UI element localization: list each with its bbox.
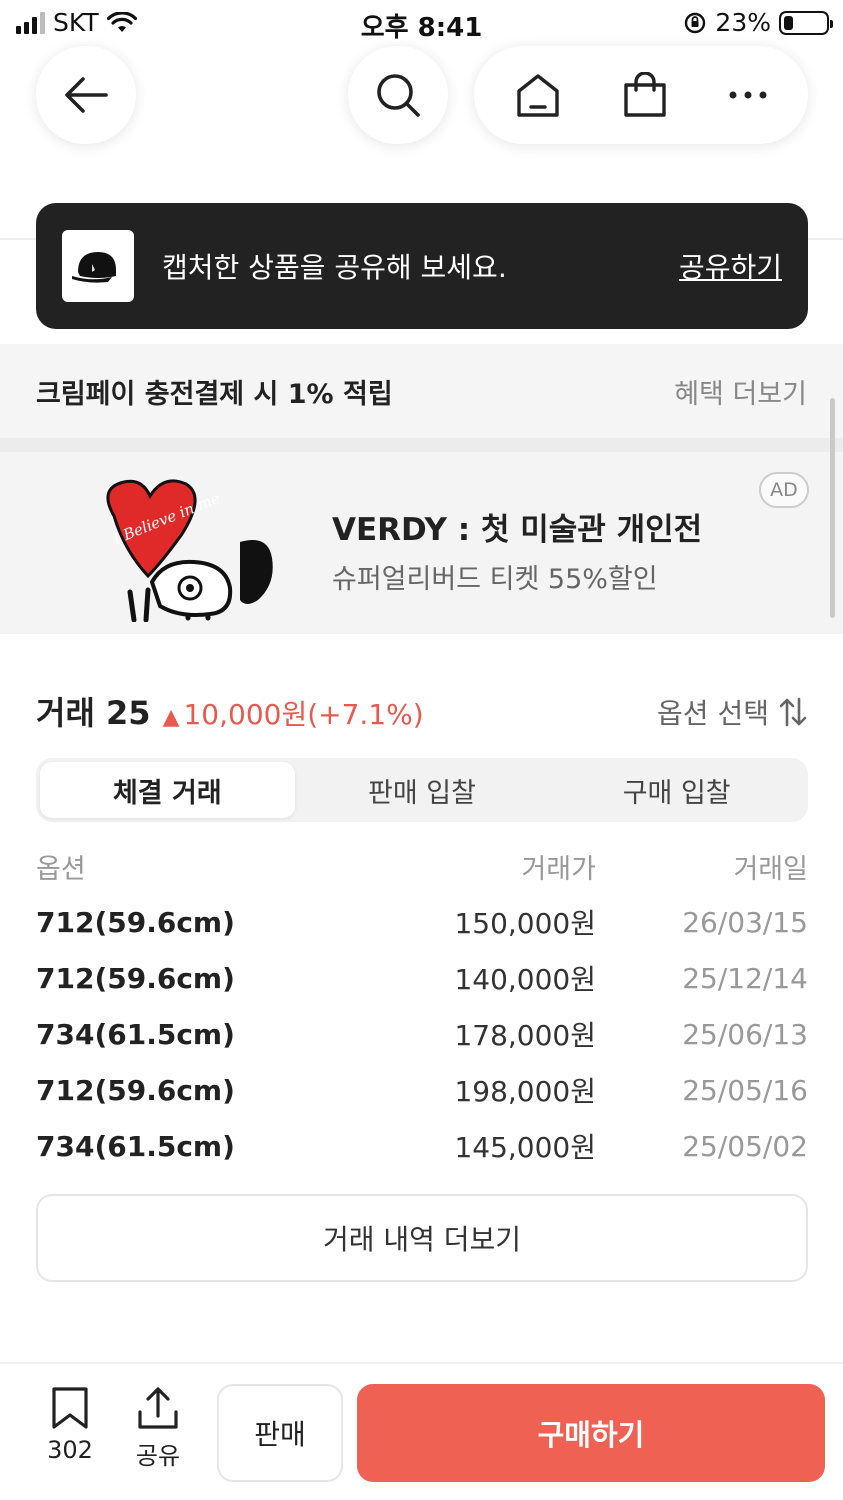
- tab-executed-trades[interactable]: 체결 거래: [40, 762, 295, 818]
- column-price: 거래가: [521, 853, 596, 885]
- sell-button[interactable]: 판매: [217, 1384, 343, 1482]
- battery-fill: [784, 15, 793, 30]
- share-link[interactable]: 공유하기: [679, 246, 782, 286]
- bookmark-button[interactable]: 302: [42, 1386, 98, 1464]
- row-option: 734(61.5cm): [36, 1129, 235, 1163]
- status-bar: SKT 오후 8:41 23%: [0, 0, 843, 46]
- table-row: 712(59.6cm) 140,000원 25/12/14: [36, 950, 808, 1006]
- product-thumbnail: [62, 230, 134, 302]
- rotation-lock-icon: [685, 12, 706, 33]
- row-date: 25/05/16: [682, 1073, 808, 1107]
- benefit-bar[interactable]: 크림페이 충전결제 시 1% 적립 혜택 더보기: [0, 344, 843, 438]
- battery-icon: [779, 10, 833, 35]
- battery-percent: 23%: [715, 8, 771, 37]
- ad-badge: AD: [759, 472, 809, 508]
- trend-up-icon: ▲: [162, 705, 180, 730]
- price-change-value: 10,000원(+7.1%): [183, 698, 424, 731]
- row-option: 712(59.6cm): [36, 905, 235, 939]
- ad-text-block: VERDY : 첫 미술관 개인전 슈퍼얼리버드 티켓 55%할인: [332, 504, 702, 596]
- bookmark-count: 302: [47, 1436, 93, 1464]
- search-icon: [377, 74, 420, 117]
- ad-artwork: I Believe in me: [106, 479, 273, 622]
- cap-image: [72, 252, 116, 283]
- search-button[interactable]: [348, 46, 448, 144]
- bottom-action-bar: 302 공유 판매 구매하기: [0, 1362, 843, 1500]
- tab-sell-bids[interactable]: 판매 입찰: [295, 762, 550, 818]
- section-gap: [0, 438, 843, 452]
- more-transactions-button[interactable]: 거래 내역 더보기: [36, 1194, 808, 1282]
- share-toast: 캡처한 상품을 공유해 보세요. 공유하기: [36, 203, 808, 329]
- table-row: 734(61.5cm) 178,000원 25/06/13: [36, 1006, 808, 1062]
- share-icon: [138, 1387, 178, 1429]
- ad-title: VERDY : 첫 미술관 개인전: [332, 512, 703, 548]
- table-row: 712(59.6cm) 198,000원 25/05/16: [36, 1062, 808, 1118]
- back-button[interactable]: [36, 46, 136, 144]
- arrow-left-icon: [65, 77, 108, 113]
- scroll-indicator[interactable]: [830, 398, 835, 618]
- row-price: 178,000원: [454, 1019, 596, 1052]
- row-option: 712(59.6cm): [36, 1073, 235, 1107]
- row-option: 734(61.5cm): [36, 1017, 235, 1051]
- product-page: SKT 오후 8:41 23% 캡처한 상품을 공유해 보세요. 공유하기 크림…: [0, 0, 843, 1500]
- column-date: 거래일: [733, 853, 808, 885]
- nav-action-group: [474, 46, 808, 144]
- option-select-label: 옵션 선택: [657, 697, 769, 730]
- benefit-more-link[interactable]: 혜택 더보기: [674, 372, 807, 411]
- buy-button[interactable]: 구매하기: [357, 1384, 825, 1482]
- shopping-bag-icon[interactable]: [623, 72, 667, 118]
- row-option: 712(59.6cm): [36, 961, 235, 995]
- row-date: 25/06/13: [682, 1017, 808, 1051]
- table-row: 712(59.6cm) 150,000원 26/03/15: [36, 894, 808, 950]
- table-row: 734(61.5cm) 145,000원 25/05/02: [36, 1118, 808, 1174]
- price-change: ▲ 10,000원(+7.1%): [163, 693, 424, 733]
- tab-buy-bids[interactable]: 구매 입찰: [549, 762, 804, 818]
- row-price: 145,000원: [454, 1131, 596, 1164]
- column-option: 옵션: [36, 853, 86, 885]
- toast-message: 캡처한 상품을 공유해 보세요.: [162, 251, 507, 284]
- ad-subtitle: 슈퍼얼리버드 티켓 55%할인: [332, 564, 658, 595]
- status-right: 23%: [683, 8, 833, 37]
- transaction-table: 옵션 거래가 거래일 712(59.6cm) 150,000원 26/03/15…: [36, 838, 808, 1174]
- row-price: 140,000원: [454, 963, 596, 996]
- table-header: 옵션 거래가 거래일: [36, 838, 808, 894]
- transaction-count: 거래 25: [36, 694, 151, 732]
- bookmark-icon: [52, 1387, 88, 1429]
- row-date: 26/03/15: [682, 905, 808, 939]
- transaction-header: 거래 25 ▲ 10,000원(+7.1%): [36, 688, 424, 734]
- home-icon[interactable]: [514, 72, 562, 118]
- sort-arrows-icon: [779, 697, 807, 727]
- ad-banner[interactable]: I Believe in me AD VERDY : 첫 미술관 개인전 슈퍼얼…: [0, 452, 843, 634]
- row-date: 25/12/14: [682, 961, 808, 995]
- share-label: 공유: [135, 1442, 181, 1470]
- benefit-text: 크림페이 충전결제 시 1% 적립: [36, 378, 393, 410]
- row-date: 25/05/02: [682, 1129, 808, 1163]
- table-body: 712(59.6cm) 150,000원 26/03/15 712(59.6cm…: [36, 894, 808, 1174]
- row-price: 198,000원: [454, 1075, 596, 1108]
- share-button[interactable]: 공유: [128, 1386, 188, 1471]
- row-price: 150,000원: [454, 907, 596, 940]
- transaction-tabs: 체결 거래 판매 입찰 구매 입찰: [36, 758, 808, 822]
- option-select-button[interactable]: 옵션 선택: [657, 692, 807, 732]
- more-icon[interactable]: [728, 90, 768, 100]
